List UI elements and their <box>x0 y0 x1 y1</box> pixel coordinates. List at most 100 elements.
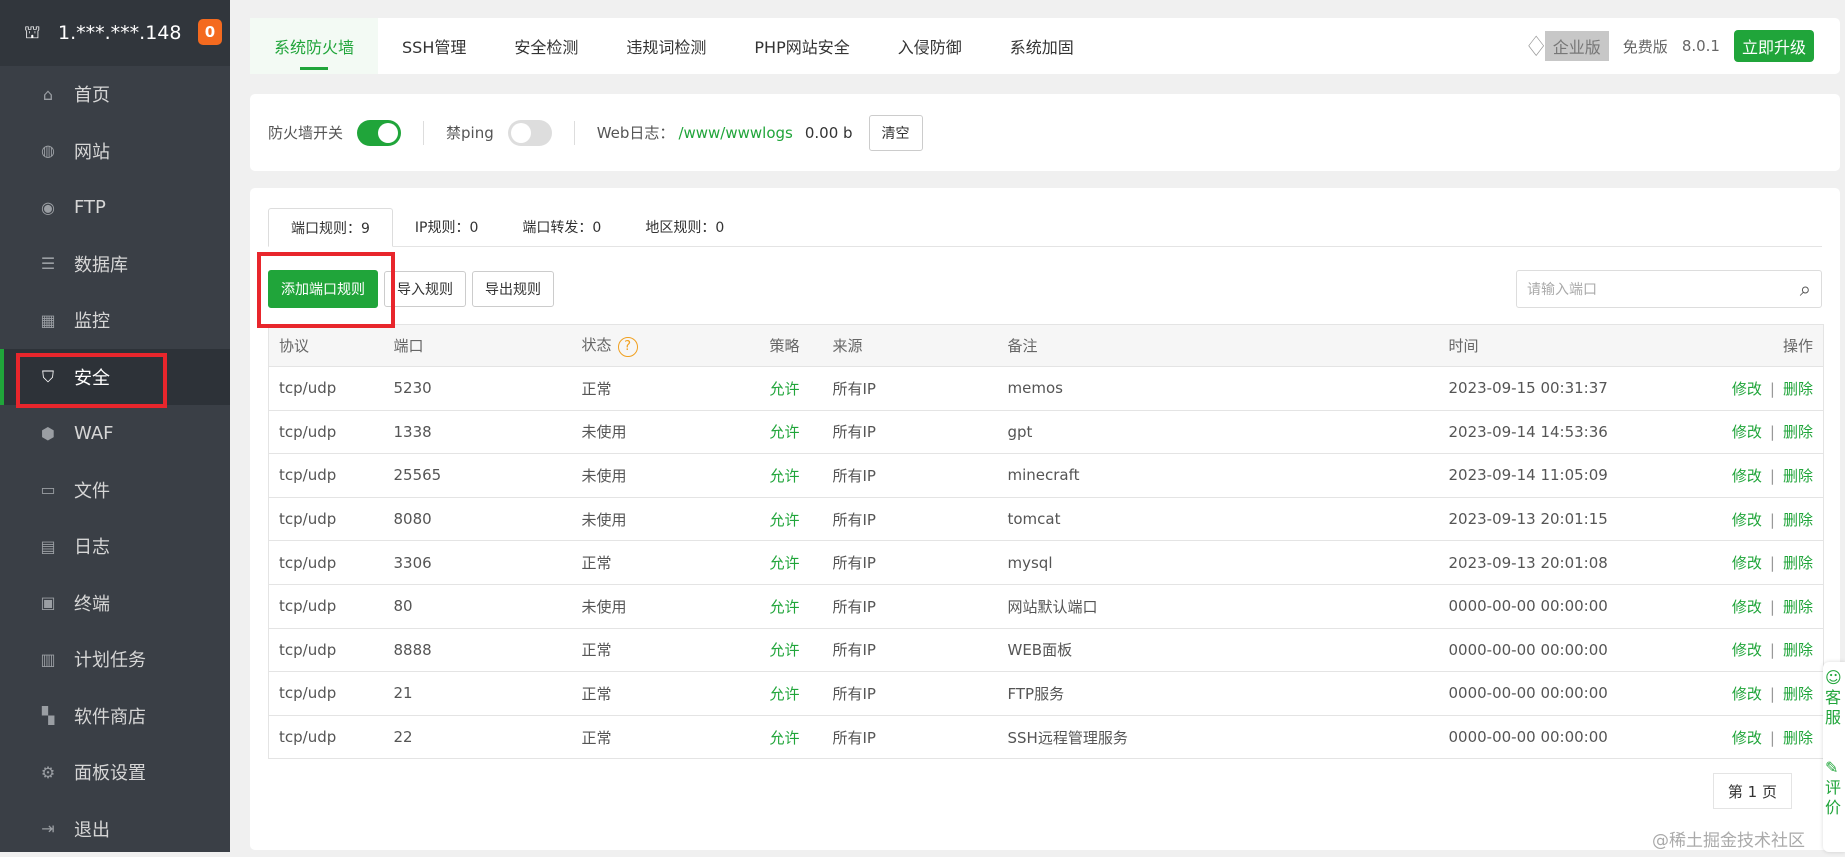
ping-label: 禁ping <box>446 122 494 143</box>
sidebar-item-3[interactable]: ☰数据库 <box>0 236 230 293</box>
table-cell: 正常 <box>582 367 770 411</box>
delete-link[interactable]: 删除 <box>1783 554 1813 572</box>
sidebar: ⛫ 1.***.***.148 0 ⌂首页◍网站◉FTP☰数据库▦监控⛉安全⬢W… <box>0 0 230 852</box>
sidebar-item-0[interactable]: ⌂首页 <box>0 66 230 123</box>
rule-tab[interactable]: IP规则：0 <box>393 208 500 246</box>
table-cell: tcp/udp <box>269 672 394 716</box>
table-cell: 未使用 <box>582 454 770 498</box>
rule-tab[interactable]: 端口规则：9 <box>268 208 393 247</box>
upgrade-button[interactable]: 立即升级 <box>1734 30 1814 62</box>
table-cell[interactable]: 允许 <box>770 672 833 716</box>
table-cell[interactable]: 允许 <box>770 367 833 411</box>
divider: | <box>1770 729 1775 747</box>
divider: | <box>1770 641 1775 659</box>
sidebar-item-4[interactable]: ▦监控 <box>0 292 230 349</box>
clear-button[interactable]: 清空 <box>869 115 923 151</box>
table-cell[interactable]: 允许 <box>770 541 833 585</box>
top-tab[interactable]: 系统防火墙 <box>250 18 378 74</box>
gear-icon: ⚙ <box>38 763 58 782</box>
import-rules-button[interactable]: 导入规则 <box>384 271 466 307</box>
delete-link[interactable]: 删除 <box>1783 467 1813 485</box>
table-cell[interactable]: 允许 <box>770 497 833 541</box>
table-cell: minecraft <box>1008 454 1449 498</box>
top-tab[interactable]: 违规词检测 <box>602 18 730 74</box>
delete-link[interactable]: 删除 <box>1783 641 1813 659</box>
top-tab[interactable]: PHP网站安全 <box>730 18 873 74</box>
table-cell[interactable]: 允许 <box>770 454 833 498</box>
enterprise-label: 企业版 <box>1545 31 1609 61</box>
sidebar-item-label: WAF <box>74 423 113 444</box>
edit-link[interactable]: 修改 <box>1732 685 1762 703</box>
edit-link[interactable]: 修改 <box>1732 729 1762 747</box>
export-rules-button[interactable]: 导出规则 <box>472 271 554 307</box>
table-cell[interactable]: 允许 <box>770 715 833 759</box>
edit-link[interactable]: 修改 <box>1732 554 1762 572</box>
table-cell: 正常 <box>582 628 770 672</box>
divider <box>423 121 424 145</box>
divider <box>574 121 575 145</box>
delete-link[interactable]: 删除 <box>1783 423 1813 441</box>
table-cell[interactable]: 允许 <box>770 628 833 672</box>
delete-link[interactable]: 删除 <box>1783 598 1813 616</box>
sidebar-item-1[interactable]: ◍网站 <box>0 123 230 180</box>
edit-link[interactable]: 修改 <box>1732 423 1762 441</box>
divider: | <box>1770 685 1775 703</box>
table-row: tcp/udp22正常允许所有IPSSH远程管理服务0000-00-00 00:… <box>269 715 1824 759</box>
monitor-icon: ▦ <box>38 311 58 330</box>
column-header-label: 状态 <box>582 336 612 354</box>
enterprise-badge[interactable]: ♢企业版 <box>1524 30 1609 63</box>
sidebar-item-6[interactable]: ⬢WAF <box>0 405 230 462</box>
table-row: tcp/udp8080未使用允许所有IPtomcat2023-09-13 20:… <box>269 497 1824 541</box>
sidebar-item-label: 计划任务 <box>74 646 146 672</box>
port-search-input[interactable]: 请输入端口⌕ <box>1516 270 1822 308</box>
edit-link[interactable]: 修改 <box>1732 641 1762 659</box>
floating-help[interactable]: ☺ 客服 ✎ 评价 <box>1823 662 1845 852</box>
rule-tab[interactable]: 地区规则：0 <box>623 208 746 246</box>
delete-link[interactable]: 删除 <box>1783 685 1813 703</box>
table-cell[interactable]: 允许 <box>770 584 833 628</box>
customer-service-link[interactable]: 客服 <box>1825 688 1843 728</box>
sidebar-item-8[interactable]: ▤日志 <box>0 518 230 575</box>
sidebar-item-label: 软件商店 <box>74 703 146 729</box>
sidebar-item-label: 网站 <box>74 138 110 164</box>
help-icon[interactable]: ? <box>618 337 638 357</box>
table-cell: 未使用 <box>582 497 770 541</box>
notification-badge[interactable]: 0 <box>198 19 222 45</box>
sidebar-item-10[interactable]: ▥计划任务 <box>0 631 230 688</box>
sidebar-item-12[interactable]: ⚙面板设置 <box>0 744 230 801</box>
weblog-path-link[interactable]: /www/wwwlogs <box>678 124 792 142</box>
highlight-annotation-add-rule <box>257 252 395 328</box>
sidebar-item-13[interactable]: ⇥退出 <box>0 801 230 857</box>
table-cell: 8888 <box>394 628 582 672</box>
delete-link[interactable]: 删除 <box>1783 511 1813 529</box>
table-cell[interactable]: 允许 <box>770 410 833 454</box>
ping-toggle[interactable] <box>508 120 552 146</box>
edition-label: 免费版 <box>1623 36 1668 57</box>
sidebar-item-2[interactable]: ◉FTP <box>0 179 230 236</box>
table-cell: 所有IP <box>833 497 1008 541</box>
top-tab[interactable]: 系统加固 <box>986 18 1098 74</box>
actions-cell: 修改|删除 <box>1669 410 1824 454</box>
top-tab[interactable]: SSH管理 <box>378 18 490 74</box>
edit-link[interactable]: 修改 <box>1732 598 1762 616</box>
rule-tab[interactable]: 端口转发：0 <box>500 208 623 246</box>
sidebar-item-9[interactable]: ▣终端 <box>0 575 230 632</box>
table-cell: tcp/udp <box>269 367 394 411</box>
top-tab[interactable]: 安全检测 <box>490 18 602 74</box>
search-icon[interactable]: ⌕ <box>1800 277 1811 301</box>
pagination-current[interactable]: 第 1 页 <box>1713 773 1792 809</box>
firewall-toggle[interactable] <box>357 120 401 146</box>
database-icon: ☰ <box>38 254 58 273</box>
sidebar-item-11[interactable]: ▚软件商店 <box>0 688 230 745</box>
sidebar-item-7[interactable]: ▭文件 <box>0 462 230 519</box>
review-link[interactable]: 评价 <box>1825 778 1843 818</box>
edit-link[interactable]: 修改 <box>1732 467 1762 485</box>
delete-link[interactable]: 删除 <box>1783 380 1813 398</box>
table-cell: 所有IP <box>833 715 1008 759</box>
top-tab[interactable]: 入侵防御 <box>874 18 986 74</box>
table-cell: 22 <box>394 715 582 759</box>
edit-link[interactable]: 修改 <box>1732 511 1762 529</box>
edit-link[interactable]: 修改 <box>1732 380 1762 398</box>
delete-link[interactable]: 删除 <box>1783 729 1813 747</box>
terminal-icon: ▣ <box>38 593 58 612</box>
